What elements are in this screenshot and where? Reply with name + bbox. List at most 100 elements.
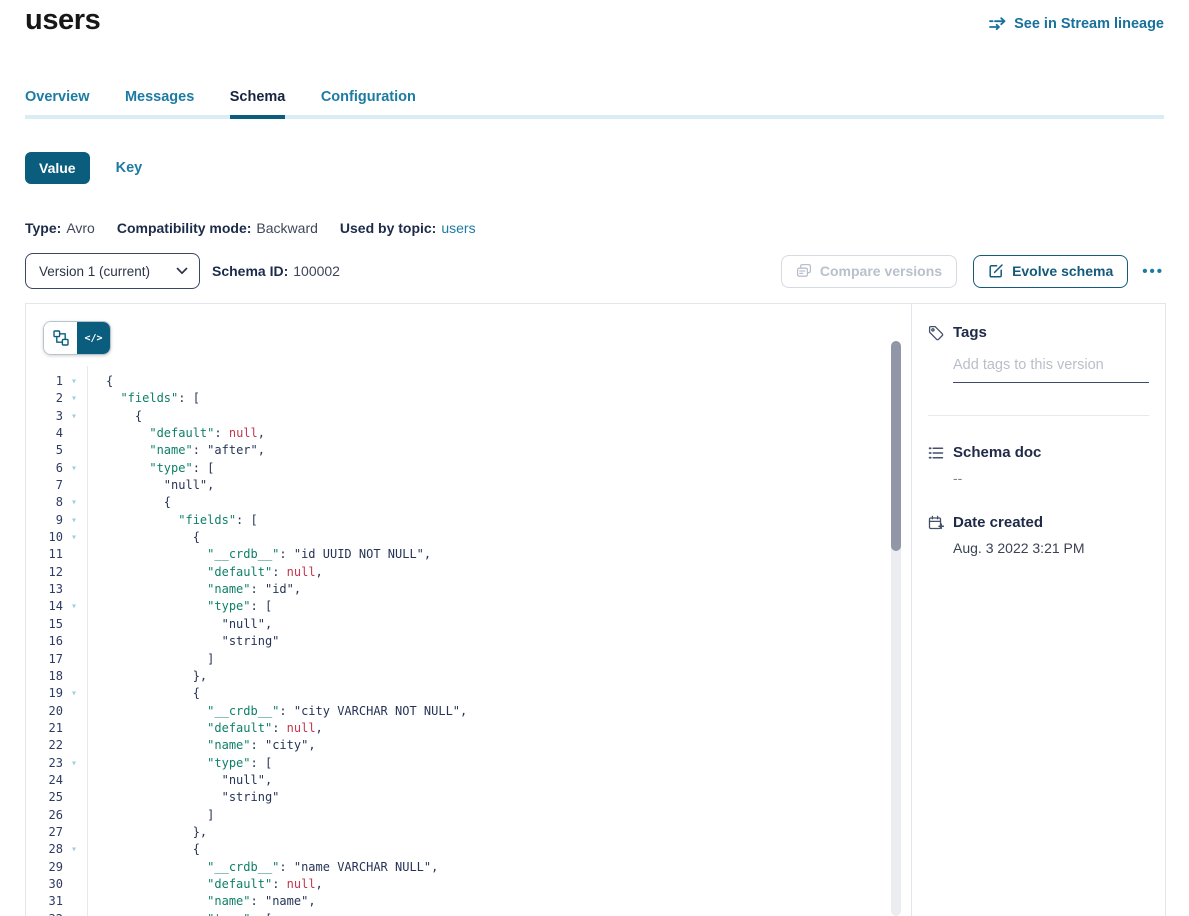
- code-text: "name": "name",: [85, 893, 316, 910]
- tag-icon: [928, 325, 944, 341]
- stream-lineage-link[interactable]: See in Stream lineage: [989, 16, 1164, 32]
- stream-lineage-icon: [989, 17, 1007, 31]
- fold-toggle-icon: [63, 651, 85, 668]
- subject-toggle: Value Key: [25, 152, 142, 184]
- fold-toggle-icon: [63, 789, 85, 806]
- code-text: "fields": [: [85, 390, 200, 407]
- page-title: users: [25, 4, 100, 37]
- fold-toggle-icon: [63, 807, 85, 824]
- code-line: 23▾ "type": [: [26, 755, 887, 772]
- fold-toggle-icon: [63, 824, 85, 841]
- scrollbar-track[interactable]: [891, 341, 901, 916]
- line-number: 16: [26, 633, 63, 650]
- version-bar: Version 1 (current) Schema ID:100002 Com…: [25, 253, 1164, 289]
- fold-toggle-icon: [63, 893, 85, 910]
- fold-toggle-icon[interactable]: ▾: [63, 685, 85, 702]
- line-number: 13: [26, 581, 63, 598]
- tree-view-button[interactable]: [44, 322, 77, 354]
- list-icon: [928, 445, 944, 461]
- tags-title: Tags: [953, 324, 987, 341]
- code-line: 25 "string": [26, 789, 887, 806]
- code-line: 7 "null",: [26, 477, 887, 494]
- fold-toggle-icon: [63, 564, 85, 581]
- version-select[interactable]: Version 1 (current): [25, 253, 200, 289]
- code-line: 5 "name": "after",: [26, 442, 887, 459]
- calendar-plus-icon: [928, 515, 944, 531]
- fold-toggle-icon[interactable]: ▾: [63, 390, 85, 407]
- fold-toggle-icon[interactable]: ▾: [63, 529, 85, 546]
- schema-id: Schema ID:100002: [212, 263, 340, 279]
- compare-versions-label: Compare versions: [820, 263, 942, 279]
- evolve-schema-button[interactable]: Evolve schema: [973, 255, 1128, 288]
- tab-overview[interactable]: Overview: [25, 89, 90, 115]
- code-line: 31 "name": "name",: [26, 893, 887, 910]
- evolve-schema-label: Evolve schema: [1012, 263, 1113, 279]
- code-line: 18 },: [26, 668, 887, 685]
- line-number: 4: [26, 425, 63, 442]
- fold-toggle-icon[interactable]: ▾: [63, 841, 85, 858]
- fold-toggle-icon[interactable]: ▾: [63, 373, 85, 390]
- schema-id-label: Schema ID:: [212, 263, 288, 279]
- fold-toggle-icon: [63, 720, 85, 737]
- code-text: {: [85, 685, 200, 702]
- code-line: 22 "name": "city",: [26, 737, 887, 754]
- fold-toggle-icon: [63, 772, 85, 789]
- line-number: 7: [26, 477, 63, 494]
- line-number: 19: [26, 685, 63, 702]
- schema-meta-row: Type:Avro Compatibility mode:Backward Us…: [25, 220, 476, 236]
- code-line: 3▾ {: [26, 408, 887, 425]
- code-line: 19▾ {: [26, 685, 887, 702]
- code-text: "name": "id",: [85, 581, 301, 598]
- tab-messages[interactable]: Messages: [125, 89, 194, 115]
- line-number: 1: [26, 373, 63, 390]
- line-number: 2: [26, 390, 63, 407]
- tab-configuration[interactable]: Configuration: [321, 89, 416, 115]
- fold-toggle-icon[interactable]: ▾: [63, 460, 85, 477]
- key-toggle-button[interactable]: Key: [116, 160, 143, 176]
- fold-toggle-icon[interactable]: ▾: [63, 494, 85, 511]
- line-number: 8: [26, 494, 63, 511]
- line-number: 30: [26, 876, 63, 893]
- topic-link[interactable]: users: [441, 220, 475, 236]
- scrollbar-thumb[interactable]: [891, 341, 901, 551]
- fold-toggle-icon[interactable]: ▾: [63, 598, 85, 615]
- code-text: "type": [: [85, 755, 272, 772]
- code-text: "string": [85, 633, 279, 650]
- code-line: 20 "__crdb__": "city VARCHAR NOT NULL",: [26, 703, 887, 720]
- code-text: "name": "after",: [85, 442, 265, 459]
- code-text: {: [85, 494, 171, 511]
- code-line: 15 "null",: [26, 616, 887, 633]
- fold-toggle-icon[interactable]: ▾: [63, 911, 85, 916]
- code-text: },: [85, 824, 207, 841]
- fold-toggle-icon[interactable]: ▾: [63, 512, 85, 529]
- fold-toggle-icon: [63, 581, 85, 598]
- add-tags-input[interactable]: [953, 357, 1149, 383]
- code-text: "null",: [85, 477, 214, 494]
- code-line: 9▾ "fields": [: [26, 512, 887, 529]
- code-line: 10▾ {: [26, 529, 887, 546]
- code-view-button[interactable]: </>: [77, 322, 110, 354]
- line-number: 24: [26, 772, 63, 789]
- code-line: 29 "__crdb__": "name VARCHAR NULL",: [26, 859, 887, 876]
- fold-toggle-icon[interactable]: ▾: [63, 755, 85, 772]
- code-text: "name": "city",: [85, 737, 316, 754]
- fold-toggle-icon: [63, 633, 85, 650]
- tab-schema[interactable]: Schema: [230, 89, 286, 115]
- used-by-topic-label: Used by topic:: [340, 220, 436, 236]
- code-text: ]: [85, 807, 214, 824]
- code-line: 32▾ "type": [: [26, 911, 887, 916]
- compatibility-label: Compatibility mode:: [117, 220, 252, 236]
- code-line: 17 ]: [26, 651, 887, 668]
- fold-toggle-icon[interactable]: ▾: [63, 408, 85, 425]
- line-number: 6: [26, 460, 63, 477]
- code-line: 6▾ "type": [: [26, 460, 887, 477]
- more-options-button[interactable]: •••: [1142, 264, 1164, 279]
- meta-type: Type:Avro: [25, 220, 95, 236]
- line-number: 20: [26, 703, 63, 720]
- value-toggle-button[interactable]: Value: [25, 152, 90, 184]
- schema-doc-section: Schema doc --: [928, 444, 1149, 486]
- compare-versions-button[interactable]: Compare versions: [781, 255, 957, 288]
- fold-toggle-icon: [63, 425, 85, 442]
- line-number: 22: [26, 737, 63, 754]
- line-number: 23: [26, 755, 63, 772]
